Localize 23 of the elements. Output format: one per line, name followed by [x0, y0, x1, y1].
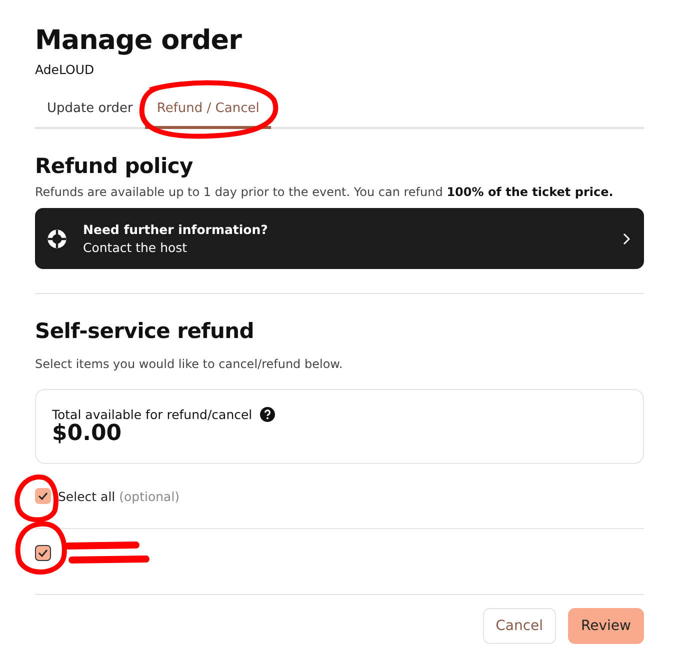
- section-title: Self-service refund: [35, 319, 256, 343]
- event-name: AdeLOUD: [35, 62, 96, 77]
- cancel-button[interactable]: Cancel: [482, 608, 556, 644]
- contact-card[interactable]: Need further information? Contact the host: [35, 208, 644, 269]
- checkbox[interactable]: [35, 545, 51, 561]
- check-icon: [38, 492, 48, 500]
- page-title: Manage order: [35, 24, 243, 58]
- section-title: Refund policy: [35, 154, 194, 178]
- tab[interactable]: Update order: [35, 91, 145, 129]
- chevron-right-icon: [622, 232, 630, 244]
- tab[interactable]: Refund / Cancel: [144, 91, 272, 129]
- card-title: Need further information?: [83, 222, 269, 237]
- contact-link[interactable]: Contact the host: [83, 240, 606, 255]
- total-amount: $0.00: [52, 422, 123, 446]
- total-label: Total available for refund/cancel: [52, 407, 252, 422]
- select-all-label[interactable]: Select all (optional): [58, 488, 180, 504]
- help-icon[interactable]: [260, 407, 276, 422]
- check-icon: [38, 549, 48, 557]
- review-button[interactable]: Review: [568, 608, 644, 644]
- lifebuoy-icon: [47, 228, 67, 248]
- policy-text: Refunds are available up to 1 day prior to the event. You can refund 100% of the ticket price.: [35, 185, 614, 199]
- checkbox[interactable]: [35, 488, 51, 504]
- section-description: Select items you would like to cancel/refund below.: [35, 357, 344, 371]
